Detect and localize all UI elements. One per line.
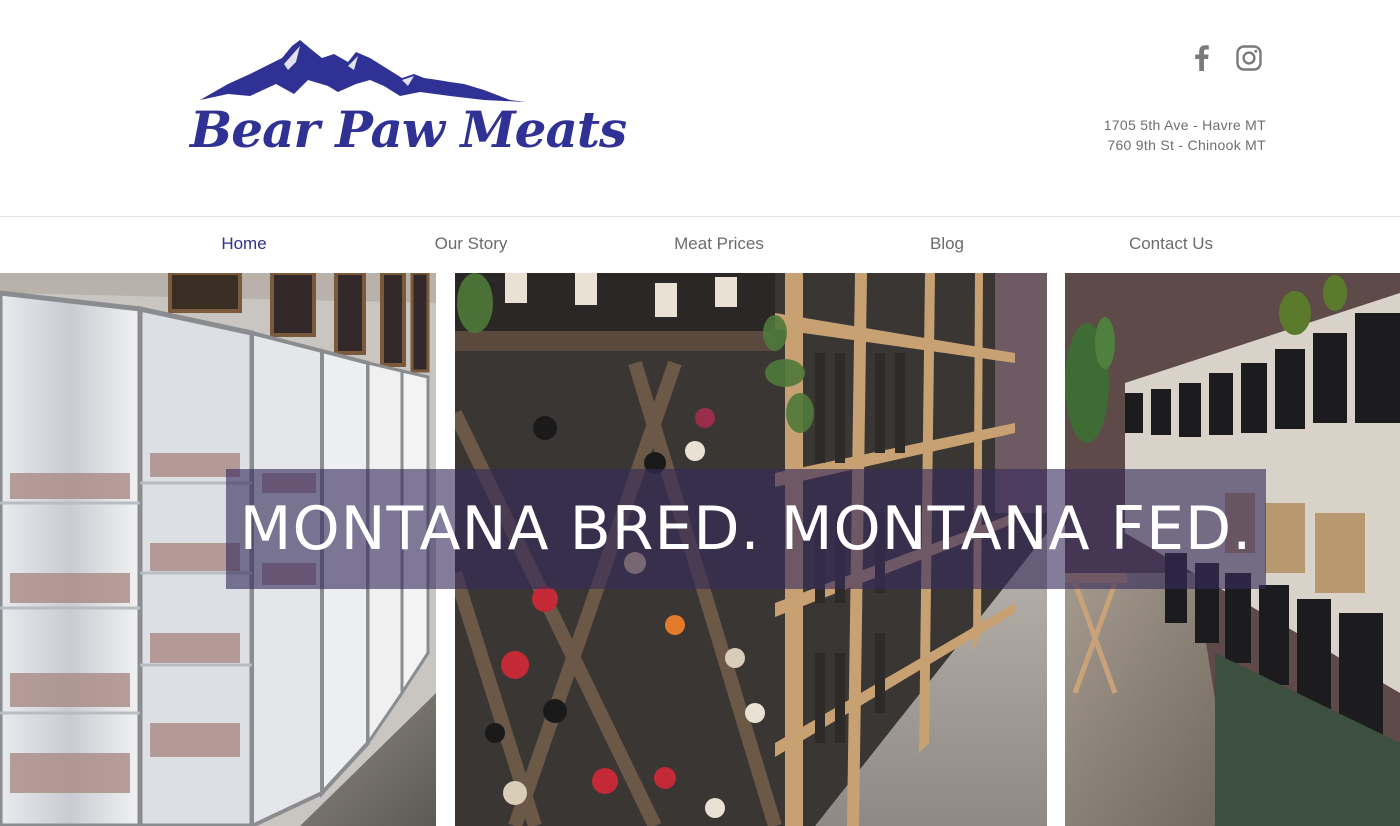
address-chinook: 760 9th St - Chinook MT bbox=[1107, 137, 1266, 153]
nav-item-meat-prices[interactable]: Meat Prices bbox=[674, 217, 764, 273]
nav-item-our-story[interactable]: Our Story bbox=[435, 217, 508, 273]
store-addresses: 1705 5th Ave - Havre MT 760 9th St - Chi… bbox=[1104, 115, 1266, 155]
brand-name[interactable]: Bear Paw Meats bbox=[190, 100, 627, 160]
hero-headline: MONTANA BRED. MONTANA FED. bbox=[239, 494, 1253, 564]
address-havre: 1705 5th Ave - Havre MT bbox=[1103, 117, 1266, 133]
site-header: Bear Paw Meats 1705 5th Ave - Havre MT 7… bbox=[0, 0, 1400, 216]
nav-item-home[interactable]: Home bbox=[221, 217, 266, 273]
facebook-icon[interactable] bbox=[1186, 42, 1218, 74]
instagram-icon[interactable] bbox=[1233, 42, 1265, 74]
hero-section: MONTANA BRED. MONTANA FED. bbox=[0, 273, 1400, 826]
main-nav: Home Our Story Meat Prices Blog Contact … bbox=[0, 216, 1400, 273]
headline-banner: MONTANA BRED. MONTANA FED. bbox=[226, 469, 1266, 589]
nav-item-blog[interactable]: Blog bbox=[930, 217, 964, 273]
nav-item-contact-us[interactable]: Contact Us bbox=[1129, 217, 1213, 273]
